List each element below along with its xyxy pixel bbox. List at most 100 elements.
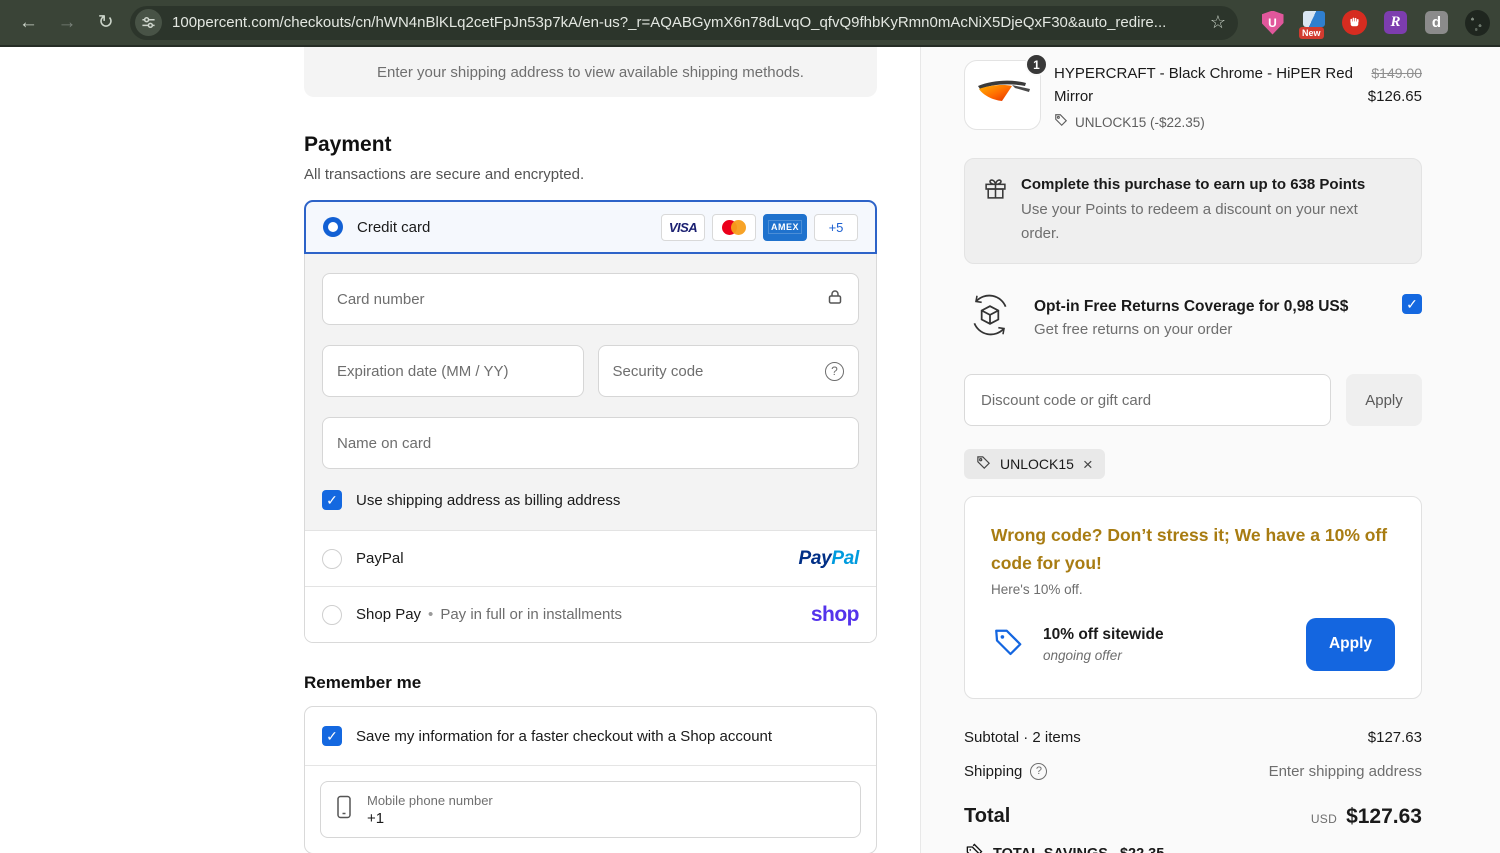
security-help-icon[interactable]: ?: [825, 361, 844, 381]
checkout-main: Enter your shipping address to view avai…: [304, 47, 877, 853]
credit-card-label: Credit card: [357, 218, 431, 236]
extensions-area: U New R d: [1260, 9, 1491, 39]
browser-toolbar: ← → ↻ 100percent.com/checkouts/cn/hWN4nB…: [0, 0, 1500, 47]
reload-icon[interactable]: ↻: [91, 8, 120, 38]
profile-avatar[interactable]: [1465, 9, 1491, 36]
offer-name: 10% off sitewide: [1043, 625, 1164, 643]
checkout-page: Enter your shipping address to view avai…: [0, 47, 1500, 853]
currency-code: USD: [1310, 811, 1338, 826]
extension-shield-icon[interactable]: U: [1260, 10, 1285, 35]
discount-apply-button[interactable]: Apply: [1346, 374, 1422, 427]
extension-rakuten-icon[interactable]: R: [1383, 10, 1408, 35]
blue-tag-icon: [991, 624, 1027, 665]
shop-pay-desc: Pay in full or in installments: [440, 606, 623, 623]
product-discount-tag: UNLOCK15 (-$22.35): [1075, 114, 1205, 130]
points-title: Complete this purchase to earn up to 638…: [1021, 176, 1366, 194]
shop-pay-label: Shop Pay: [356, 606, 422, 623]
shipping-method-notice: Enter your shipping address to view avai…: [304, 47, 877, 97]
total-savings-row: TOTAL SAVINGS $22.35: [964, 842, 1422, 853]
returns-icon: [964, 289, 1016, 346]
extension-d-icon[interactable]: d: [1424, 10, 1449, 35]
back-icon[interactable]: ←: [14, 8, 43, 38]
phone-label: Mobile phone number: [367, 792, 493, 808]
cart-item: 1 HYPERCRAFT - Black Chrome - HiPER Red …: [964, 53, 1422, 134]
paypal-logo: PayPal: [798, 547, 859, 569]
billing-address-label: Use shipping address as billing address: [356, 491, 621, 509]
shipping-label: Shipping: [964, 762, 1023, 780]
save-info-checkbox[interactable]: ✓: [322, 726, 342, 746]
savings-label: TOTAL SAVINGS: [993, 846, 1108, 853]
paypal-label: PayPal: [356, 550, 404, 567]
credit-card-option[interactable]: Credit card VISA AMEX +5: [304, 200, 877, 254]
points-subtitle: Use your Points to redeem a discount on …: [1021, 201, 1358, 243]
billing-address-checkbox[interactable]: ✓: [322, 490, 342, 510]
phone-icon: [336, 794, 352, 825]
product-title: HYPERCRAFT - Black Chrome - HiPER Red Mi…: [1054, 65, 1353, 106]
payment-subheading: All transactions are secure and encrypte…: [304, 166, 585, 183]
name-on-card-input[interactable]: Name on card: [322, 417, 859, 469]
lock-icon: [826, 288, 844, 310]
returns-checkbox[interactable]: ✓: [1402, 294, 1422, 315]
shipping-help-icon[interactable]: ?: [1030, 762, 1048, 780]
credit-card-radio[interactable]: [323, 217, 343, 237]
returns-title: Opt-in Free Returns Coverage for 0,98 US…: [1034, 297, 1349, 315]
returns-coverage: Opt-in Free Returns Coverage for 0,98 US…: [964, 289, 1422, 346]
remember-me-box: ✓ Save my information for a faster check…: [304, 706, 877, 853]
shipping-value: Enter shipping address: [1268, 762, 1422, 780]
discount-chip: UNLOCK15 ×: [964, 449, 1105, 480]
offer-subtitle: Here's 10% off.: [991, 581, 1083, 597]
shop-pay-option[interactable]: Shop Pay • Pay in full or in installments…: [305, 586, 876, 642]
remove-discount-icon[interactable]: ×: [1083, 456, 1093, 473]
discount-chip-label: UNLOCK15: [1000, 456, 1074, 473]
card-number-input[interactable]: Card number: [322, 273, 859, 325]
bookmark-star-icon[interactable]: ☆: [1210, 12, 1226, 33]
forward-icon[interactable]: →: [53, 8, 82, 38]
payment-heading: Payment: [304, 133, 392, 156]
extension-hand-icon[interactable]: [1342, 10, 1368, 35]
gift-icon: [983, 176, 1008, 246]
amex-icon: AMEX: [763, 213, 807, 241]
expiration-input[interactable]: Expiration date (MM / YY): [322, 345, 584, 397]
save-info-label: Save my information for a faster checkou…: [356, 727, 773, 745]
paypal-radio[interactable]: [322, 548, 342, 569]
shop-logo: shop: [810, 602, 860, 626]
browser-window: ← → ↻ 100percent.com/checkouts/cn/hWN4nB…: [0, 0, 1500, 853]
offer-desc: ongoing offer: [1043, 647, 1122, 663]
discount-code-input[interactable]: [964, 374, 1331, 427]
phone-value: +1: [367, 809, 385, 827]
offer-title: Wrong code? Don’t stress it; We have a 1…: [991, 525, 1388, 573]
credit-card-form: Card number Expiration date (MM / YY) Se…: [305, 254, 876, 530]
url-text[interactable]: 100percent.com/checkouts/cn/hWN4nBlKLq2c…: [172, 14, 1200, 31]
tag-icon: [976, 455, 991, 473]
mastercard-icon: [712, 213, 756, 241]
payment-method-body: Card number Expiration date (MM / YY) Se…: [304, 254, 877, 643]
security-code-input[interactable]: Security code ?: [597, 345, 859, 397]
payment-methods: Credit card VISA AMEX +5 Card number Exp…: [304, 200, 877, 643]
offer-box: Wrong code? Don’t stress it; We have a 1…: [964, 496, 1422, 699]
extension-new-icon[interactable]: New: [1299, 10, 1326, 39]
url-bar[interactable]: 100percent.com/checkouts/cn/hWN4nBlKLq2c…: [130, 5, 1239, 40]
tags-icon: [964, 842, 984, 853]
product-price-original: $149.00: [1371, 65, 1422, 81]
savings-value: $22.35: [1120, 846, 1164, 853]
site-settings-icon[interactable]: [135, 9, 163, 36]
order-summary: 1 HYPERCRAFT - Black Chrome - HiPER Red …: [920, 47, 1500, 853]
product-thumbnail: 1: [964, 53, 1048, 130]
points-banner: Complete this purchase to earn up to 638…: [964, 158, 1422, 265]
remember-me-heading: Remember me: [304, 673, 422, 692]
mobile-phone-input[interactable]: Mobile phone number +1: [320, 781, 861, 838]
returns-subtitle: Get free returns on your order: [1034, 320, 1233, 338]
subtotal-label: Subtotal · 2 items: [964, 728, 1081, 746]
subtotal-value: $127.63: [1367, 728, 1422, 746]
more-cards-badge[interactable]: +5: [814, 213, 858, 241]
shop-pay-radio[interactable]: [322, 604, 342, 625]
bullet-separator: •: [428, 606, 434, 623]
offer-apply-button[interactable]: Apply: [1305, 617, 1395, 671]
total-label: Total: [964, 805, 1011, 828]
paypal-option[interactable]: PayPal PayPal: [305, 530, 876, 586]
tag-icon: [1054, 113, 1068, 134]
product-price-current: $126.65: [1367, 88, 1422, 105]
visa-icon: VISA: [661, 213, 705, 241]
quantity-badge: 1: [1025, 53, 1048, 76]
total-value: $127.63: [1346, 804, 1422, 828]
